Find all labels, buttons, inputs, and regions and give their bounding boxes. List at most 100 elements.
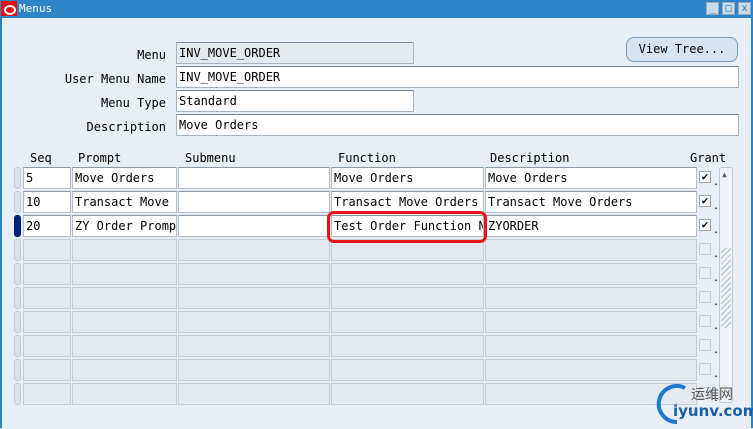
table-row: . <box>0 311 753 333</box>
function-cell[interactable] <box>331 335 484 357</box>
function-cell[interactable] <box>331 287 484 309</box>
close-button[interactable]: x <box>738 2 751 15</box>
description-cell[interactable] <box>485 239 697 261</box>
prompt-cell[interactable] <box>72 263 177 285</box>
minimize-button[interactable]: _ <box>706 2 719 15</box>
col-submenu: Submenu <box>185 151 236 165</box>
row-indicator[interactable] <box>14 239 21 261</box>
view-tree-button[interactable]: View Tree... <box>626 37 738 62</box>
table-row: . <box>0 335 753 357</box>
description-cell[interactable]: Transact Move Orders <box>485 191 697 213</box>
table-scrollbar[interactable]: ▲ <box>719 167 733 403</box>
function-cell[interactable]: Move Orders <box>331 167 484 189</box>
description-cell[interactable]: Move Orders <box>485 167 697 189</box>
seq-cell[interactable] <box>23 239 71 261</box>
prompt-cell[interactable]: Move Orders <box>72 167 177 189</box>
watermark: 运维网 iyunv.com <box>655 382 753 429</box>
grant-checkbox[interactable]: ✔ <box>699 195 711 207</box>
submenu-cell[interactable] <box>178 191 330 213</box>
seq-cell[interactable] <box>23 263 71 285</box>
grant-checkbox[interactable] <box>699 363 711 375</box>
watermark-en: iyunv.com <box>673 402 753 420</box>
row-indicator[interactable] <box>14 263 21 285</box>
table-row: . <box>0 359 753 381</box>
description-field[interactable]: Move Orders <box>176 114 739 136</box>
menu-label: Menu <box>137 48 166 62</box>
submenu-cell[interactable] <box>178 359 330 381</box>
table-row: . <box>0 263 753 285</box>
description-cell[interactable] <box>485 335 697 357</box>
function-cell[interactable]: Transact Move Orders <box>331 191 484 213</box>
col-prompt: Prompt <box>78 151 122 165</box>
col-function: Function <box>338 151 396 165</box>
col-seq: Seq <box>30 151 52 165</box>
submenu-cell[interactable] <box>178 383 330 405</box>
grant-checkbox[interactable] <box>699 339 711 351</box>
col-grant: Grant <box>690 151 727 165</box>
grant-checkbox[interactable] <box>699 315 711 327</box>
user-menu-name-field[interactable]: INV_MOVE_ORDER <box>176 66 739 88</box>
table-row: 5 Move Orders Move Orders Move Orders ✔. <box>0 167 753 189</box>
seq-cell[interactable] <box>23 311 71 333</box>
submenu-cell[interactable] <box>178 311 330 333</box>
function-cell[interactable] <box>331 383 484 405</box>
prompt-cell[interactable] <box>72 335 177 357</box>
grant-checkbox[interactable]: ✔ <box>699 171 711 183</box>
prompt-cell[interactable] <box>72 287 177 309</box>
row-indicator[interactable] <box>14 191 21 213</box>
row-indicator[interactable] <box>14 287 21 309</box>
watermark-cn: 运维网 <box>691 387 733 403</box>
prompt-cell[interactable] <box>72 239 177 261</box>
oracle-logo-icon <box>1 1 17 16</box>
scroll-thumb[interactable] <box>721 248 731 328</box>
title-bar: Menus _ □ x <box>0 0 753 18</box>
prompt-cell[interactable]: Transact Move Orders <box>72 191 177 213</box>
seq-cell[interactable] <box>23 287 71 309</box>
grant-checkbox[interactable]: ✔ <box>699 219 711 231</box>
user-menu-name-label: User Menu Name <box>64 72 166 86</box>
menu-type-field[interactable]: Standard <box>176 90 414 112</box>
submenu-cell[interactable] <box>178 239 330 261</box>
seq-cell[interactable]: 20 <box>23 215 71 237</box>
row-indicator[interactable] <box>14 215 21 237</box>
submenu-cell[interactable] <box>178 287 330 309</box>
submenu-cell[interactable] <box>178 167 330 189</box>
grant-checkbox[interactable] <box>699 291 711 303</box>
grant-checkbox[interactable] <box>699 243 711 255</box>
description-cell[interactable] <box>485 359 697 381</box>
prompt-cell[interactable] <box>72 311 177 333</box>
seq-cell[interactable] <box>23 383 71 405</box>
row-indicator[interactable] <box>14 167 21 189</box>
description-cell[interactable] <box>485 311 697 333</box>
description-cell[interactable]: ZYORDER <box>485 215 697 237</box>
function-cell[interactable] <box>331 263 484 285</box>
description-cell[interactable] <box>485 263 697 285</box>
highlight-box <box>327 211 487 243</box>
function-cell[interactable] <box>331 311 484 333</box>
menu-type-label: Menu Type <box>100 96 166 110</box>
row-indicator[interactable] <box>14 359 21 381</box>
submenu-cell[interactable] <box>178 215 330 237</box>
submenu-cell[interactable] <box>178 263 330 285</box>
seq-cell[interactable] <box>23 335 71 357</box>
window-title: Menus <box>19 2 53 15</box>
row-indicator[interactable] <box>14 383 21 405</box>
prompt-cell[interactable] <box>72 359 177 381</box>
row-indicator[interactable] <box>14 311 21 333</box>
grant-checkbox[interactable] <box>699 267 711 279</box>
seq-cell[interactable]: 5 <box>23 167 71 189</box>
description-cell[interactable] <box>485 287 697 309</box>
prompt-cell[interactable]: ZY Order Prompt <box>72 215 177 237</box>
description-label: Description <box>86 120 166 134</box>
seq-cell[interactable] <box>23 359 71 381</box>
seq-cell[interactable]: 10 <box>23 191 71 213</box>
scroll-up-icon[interactable]: ▲ <box>722 170 730 179</box>
maximize-button[interactable]: □ <box>722 2 735 15</box>
col-description: Description <box>490 151 570 165</box>
function-cell[interactable] <box>331 359 484 381</box>
menu-field[interactable]: INV_MOVE_ORDER <box>176 42 414 64</box>
prompt-cell[interactable] <box>72 383 177 405</box>
table-row: . <box>0 287 753 309</box>
row-indicator[interactable] <box>14 335 21 357</box>
submenu-cell[interactable] <box>178 335 330 357</box>
